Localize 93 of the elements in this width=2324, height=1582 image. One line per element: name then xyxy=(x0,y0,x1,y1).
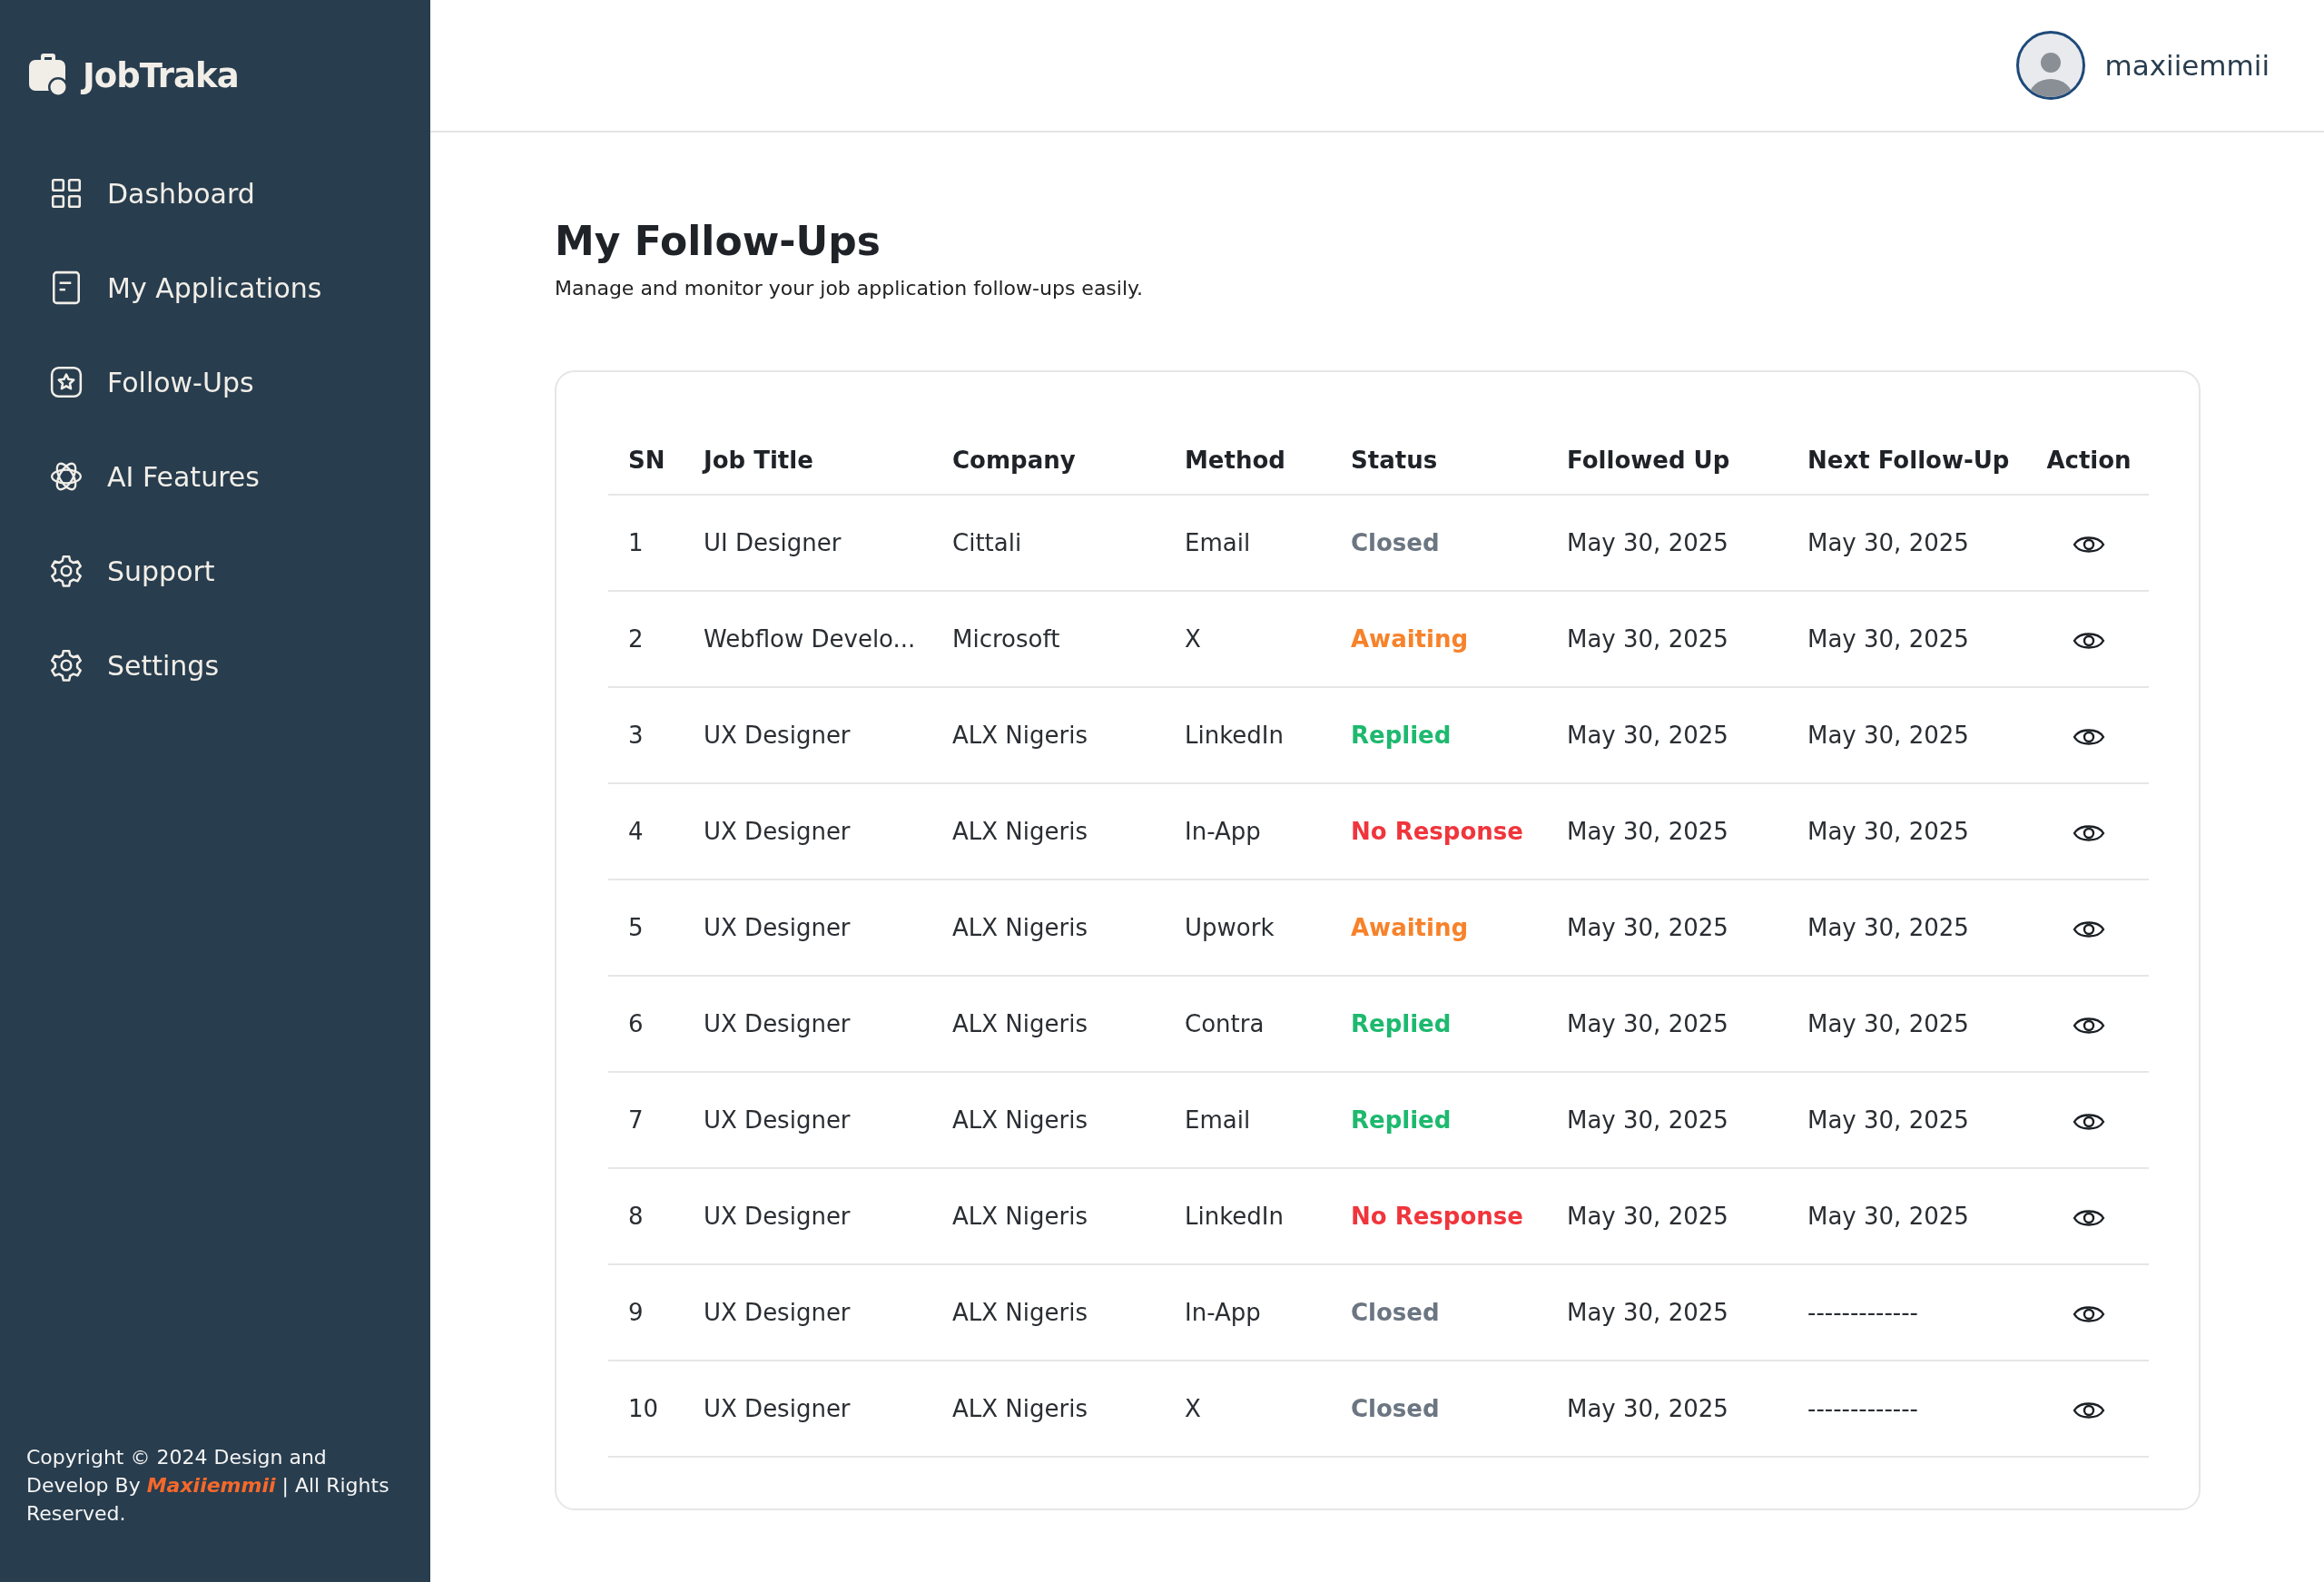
table-cell: May 30, 2025 xyxy=(1547,1264,1787,1361)
table-cell: ALX Nigeris xyxy=(932,687,1165,783)
table-cell: UX Designer xyxy=(684,879,932,976)
table-cell: ALX Nigeris xyxy=(932,1168,1165,1264)
table-cell: 8 xyxy=(608,1168,684,1264)
column-header: Next Follow-Up xyxy=(1787,419,2029,495)
table-cell: May 30, 2025 xyxy=(1547,783,1787,879)
table-cell: May 30, 2025 xyxy=(1787,783,2029,879)
page-subtitle: Manage and monitor your job application follow-ups easily. xyxy=(555,277,1144,300)
sidebar-item[interactable]: My Applications xyxy=(0,252,430,323)
table-cell: 2 xyxy=(608,591,684,687)
table-cell: 10 xyxy=(608,1361,684,1457)
table-cell: May 30, 2025 xyxy=(1787,495,2029,591)
page-title: My Follow-Ups xyxy=(555,218,881,264)
table-cell: UX Designer xyxy=(684,1264,932,1361)
column-header: Method xyxy=(1165,419,1331,495)
table-cell: 5 xyxy=(608,879,684,976)
table-cell: Upwork xyxy=(1165,879,1331,976)
column-header: Followed Up xyxy=(1547,419,1787,495)
table-cell: UX Designer xyxy=(684,1168,932,1264)
status-label: Awaiting xyxy=(1351,914,1469,941)
table-cell: Cittali xyxy=(932,495,1165,591)
table-cell: UX Designer xyxy=(684,1072,932,1168)
status-label: Replied xyxy=(1351,1010,1452,1037)
username: maxiiemmii xyxy=(2104,49,2270,82)
settings-icon xyxy=(49,554,84,588)
sidebar-item[interactable]: Follow-Ups xyxy=(0,347,430,418)
table-cell: ALX Nigeris xyxy=(932,1361,1165,1457)
table-cell: ALX Nigeris xyxy=(932,1264,1165,1361)
sidebar-item[interactable]: Dashboard xyxy=(0,158,430,229)
copyright-text: Copyright © 2024 Design and Develop By Maxiiemmii | All Rights Reserved. xyxy=(26,1445,390,1527)
table-cell: LinkedIn xyxy=(1165,687,1331,783)
status-label: Replied xyxy=(1351,1106,1452,1134)
table-cell: May 30, 2025 xyxy=(1547,687,1787,783)
table-cell: ALX Nigeris xyxy=(932,783,1165,879)
table-cell: ALX Nigeris xyxy=(932,1072,1165,1168)
table-cell: May 30, 2025 xyxy=(1787,687,2029,783)
table-cell: UX Designer xyxy=(684,1361,932,1457)
table-cell: May 30, 2025 xyxy=(1547,591,1787,687)
table-cell: May 30, 2025 xyxy=(1547,879,1787,976)
sidebar-item[interactable]: Support xyxy=(0,536,430,606)
table-cell: Webflow Develo... xyxy=(684,591,932,687)
sidebar-item[interactable]: Settings xyxy=(0,630,430,701)
table-cell: UX Designer xyxy=(684,976,932,1072)
column-header: Action xyxy=(2029,419,2149,495)
table-cell: 1 xyxy=(608,495,684,591)
table-cell: In-App xyxy=(1165,1264,1331,1361)
table-cell: Email xyxy=(1165,495,1331,591)
status-label: No Response xyxy=(1351,818,1523,845)
table-cell: May 30, 2025 xyxy=(1547,1072,1787,1168)
table-cell: UI Designer xyxy=(684,495,932,591)
status-label: Awaiting xyxy=(1351,625,1469,653)
table-cell: Microsoft xyxy=(932,591,1165,687)
table-cell: Contra xyxy=(1165,976,1331,1072)
status-label: No Response xyxy=(1351,1203,1523,1230)
column-header: Status xyxy=(1331,419,1547,495)
status-label: Replied xyxy=(1351,722,1452,749)
table-cell: May 30, 2025 xyxy=(1787,976,2029,1072)
table-cell: 3 xyxy=(608,687,684,783)
table-cell: LinkedIn xyxy=(1165,1168,1331,1264)
author-link[interactable]: Maxiiemmii xyxy=(146,1474,276,1497)
table-cell: May 30, 2025 xyxy=(1547,1168,1787,1264)
table-cell: May 30, 2025 xyxy=(1787,591,2029,687)
table-cell: UX Designer xyxy=(684,687,932,783)
table-cell: May 30, 2025 xyxy=(1547,1361,1787,1457)
table-cell: X xyxy=(1165,591,1331,687)
column-header: Company xyxy=(932,419,1165,495)
table-cell: ALX Nigeris xyxy=(932,879,1165,976)
table-cell: May 30, 2025 xyxy=(1787,1072,2029,1168)
column-header: SN xyxy=(608,419,684,495)
table-cell: May 30, 2025 xyxy=(1787,1168,2029,1264)
table-cell: May 30, 2025 xyxy=(1547,976,1787,1072)
table-cell: Email xyxy=(1165,1072,1331,1168)
settings-icon xyxy=(49,648,84,683)
status-label: Closed xyxy=(1351,1395,1440,1422)
sidebar-item[interactable]: AI Features xyxy=(0,441,430,512)
table-cell: ALX Nigeris xyxy=(932,976,1165,1072)
table-cell: 4 xyxy=(608,783,684,879)
app-logo-text: JobTraka xyxy=(83,55,239,95)
table-cell: ------------- xyxy=(1787,1361,2029,1457)
table-cell: In-App xyxy=(1165,783,1331,879)
table-cell: 7 xyxy=(608,1072,684,1168)
column-header: Job Title xyxy=(684,419,932,495)
table-cell: UX Designer xyxy=(684,783,932,879)
table-cell: 9 xyxy=(608,1264,684,1361)
table-cell: X xyxy=(1165,1361,1331,1457)
table-cell: ------------- xyxy=(1787,1264,2029,1361)
table-cell: May 30, 2025 xyxy=(1787,879,2029,976)
table-cell: May 30, 2025 xyxy=(1547,495,1787,591)
status-label: Closed xyxy=(1351,1299,1440,1326)
table-cell: 6 xyxy=(608,976,684,1072)
status-label: Closed xyxy=(1351,529,1440,556)
grid-icon xyxy=(49,176,84,211)
